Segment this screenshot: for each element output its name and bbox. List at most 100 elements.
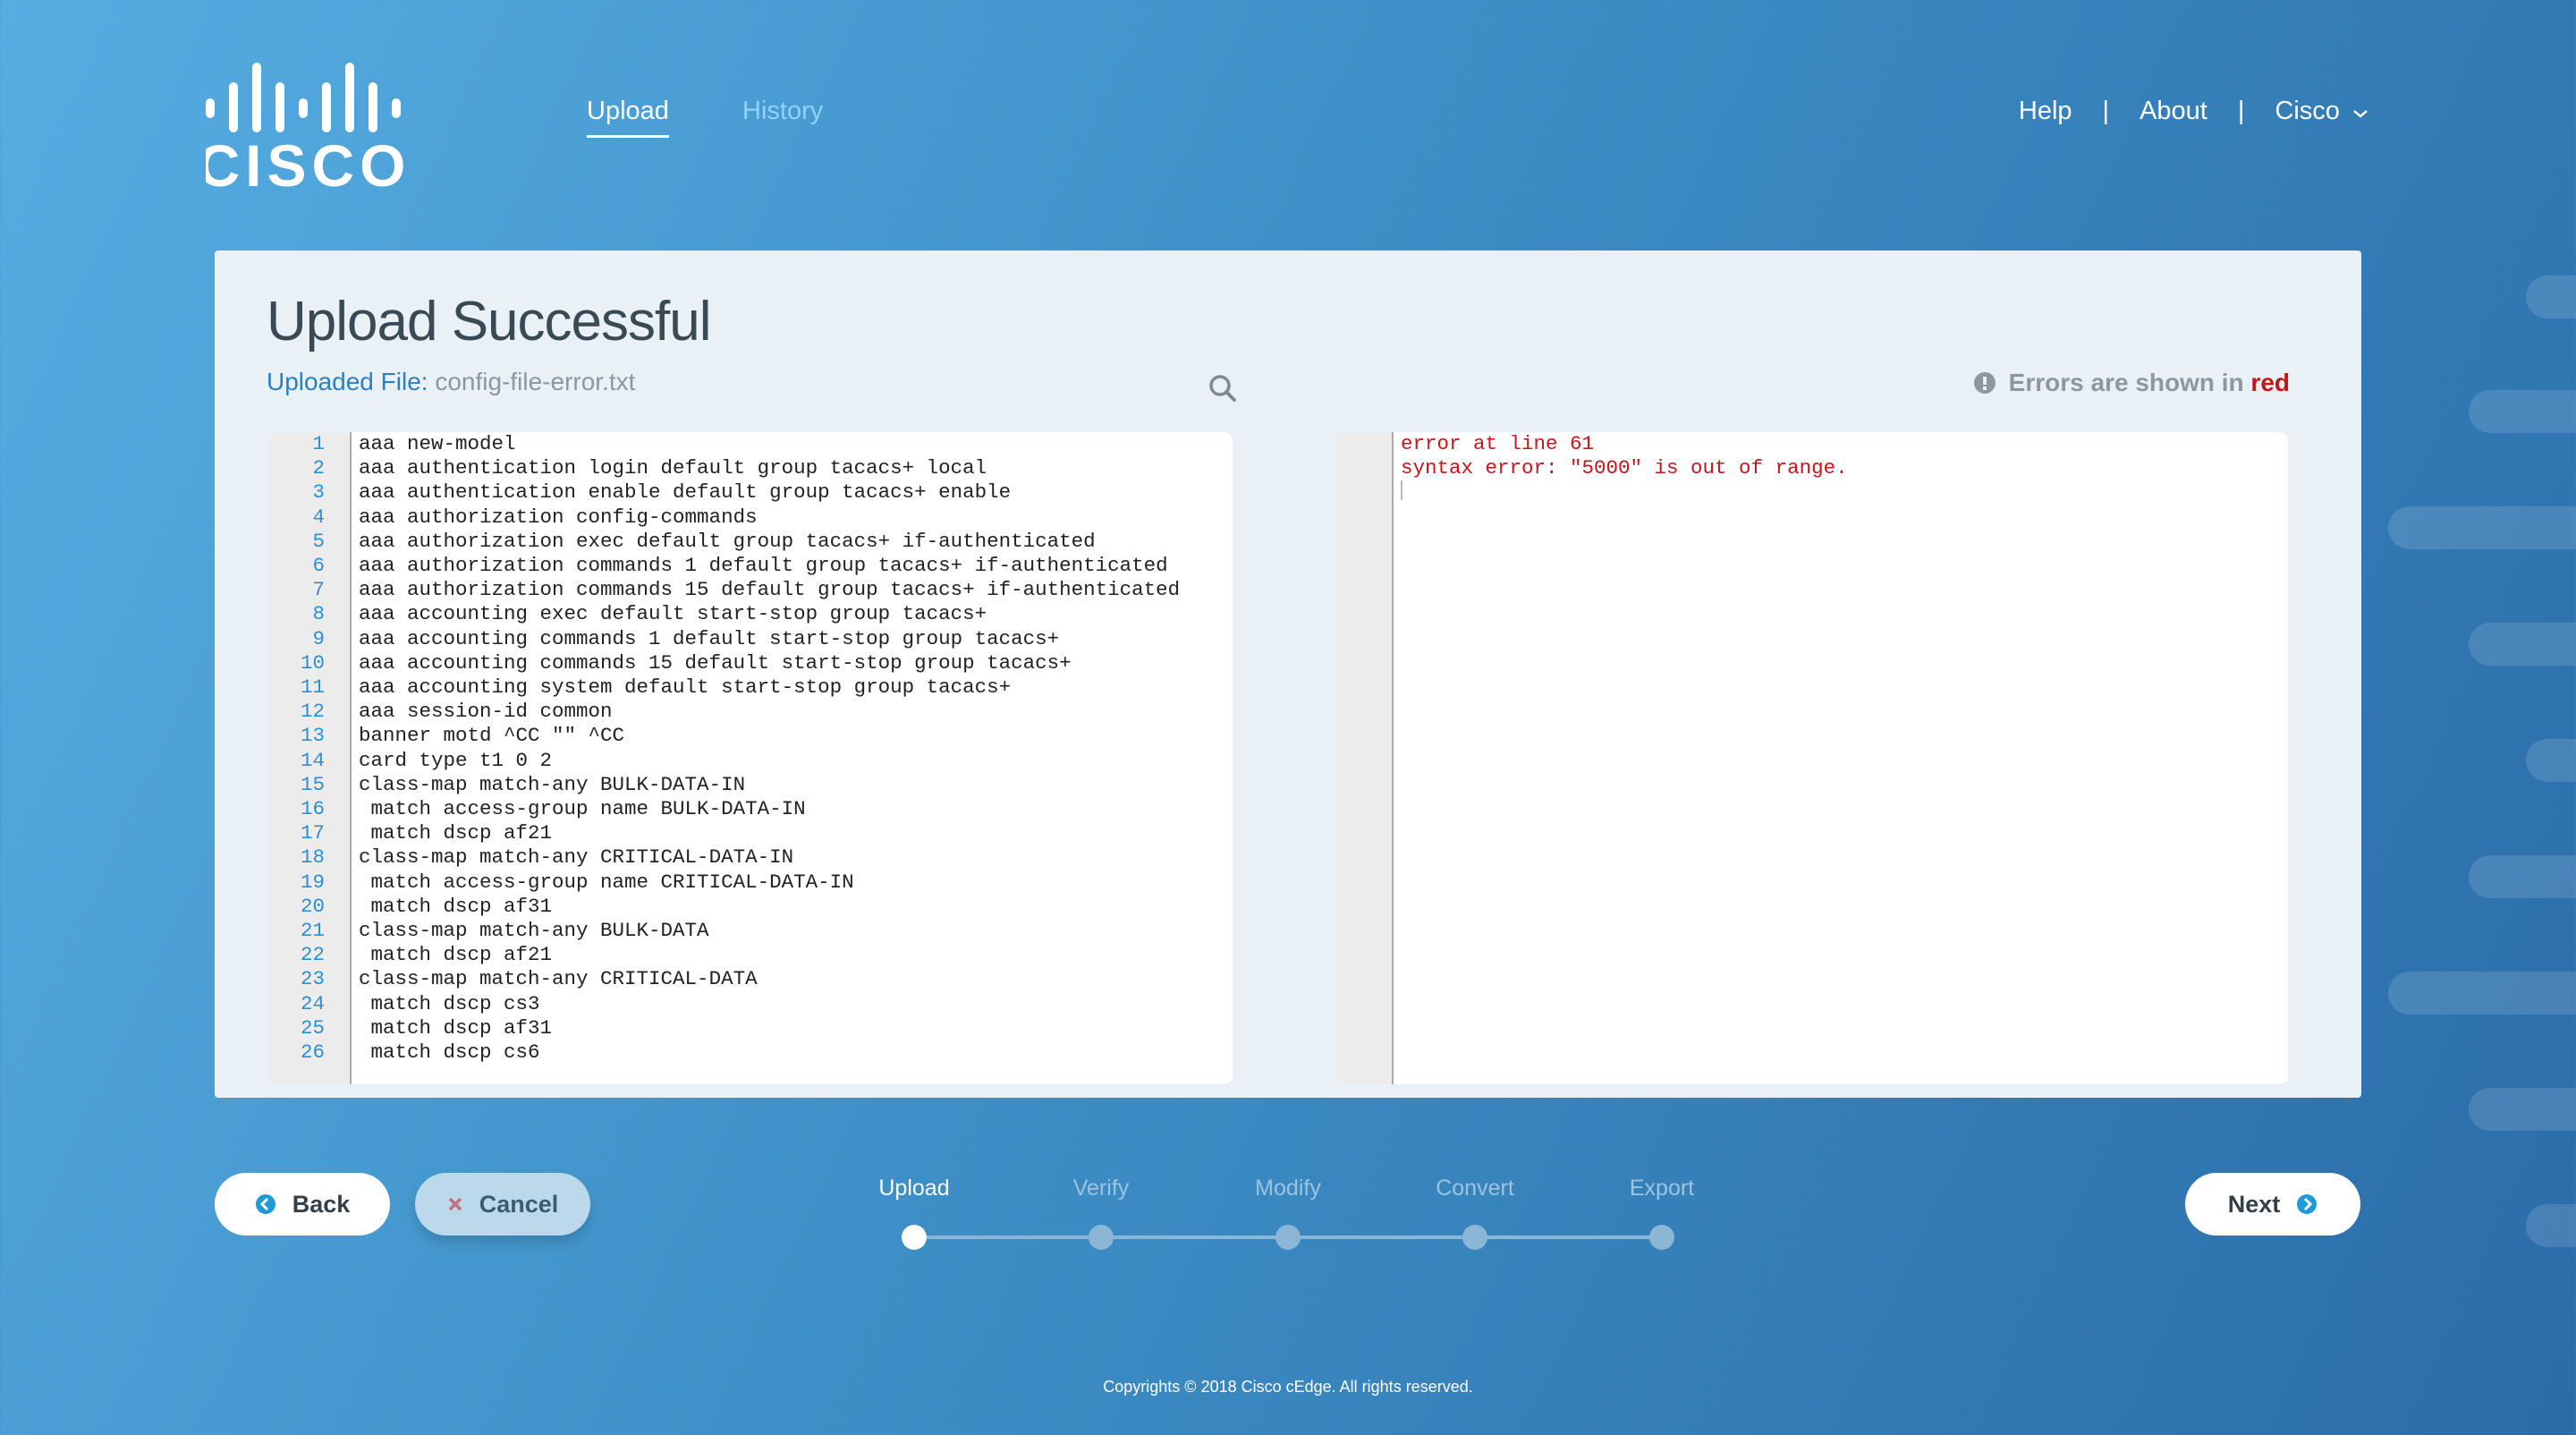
code-line: aaa accounting exec default start-stop g… [359,602,987,626]
step-dot-modify[interactable] [1275,1225,1301,1250]
code-line: match dscp af21 [359,943,553,967]
step-label-export: Export [1629,1176,1695,1201]
line-number: 10 [300,650,325,675]
line-number: 7 [312,578,325,602]
code-line: match dscp cs6 [359,1040,540,1065]
back-button[interactable]: Back [215,1173,390,1235]
line-number: 18 [300,845,325,870]
tab-history[interactable]: History [742,97,823,126]
code-line: aaa authorization commands 1 default gro… [359,554,1168,578]
step-dot-convert[interactable] [1462,1225,1487,1250]
code-line: aaa accounting commands 15 default start… [359,650,1072,675]
step-label-upload: Upload [878,1176,950,1201]
code-line: match access-group name CRITICAL-DATA-IN [359,870,854,894]
line-number: 22 [300,943,325,967]
line-number: 12 [300,700,325,724]
line-number: 2 [312,456,325,480]
close-icon [448,1197,462,1211]
uploaded-file-info: Uploaded File: config-file-error.txt [267,368,635,396]
code-line: match dscp af21 [359,821,553,845]
error-legend-red: red [2250,369,2290,396]
account-menu[interactable]: Cisco [2275,97,2368,126]
line-number: 17 [300,821,325,845]
code-line: aaa accounting system default start-stop… [359,675,1012,700]
upload-result-panel: Upload Successful Uploaded File: config-… [215,250,2361,1098]
line-number: 15 [300,772,325,796]
line-number: 14 [300,748,325,772]
step-dot-verify[interactable] [1089,1225,1114,1250]
line-number: 13 [300,724,325,748]
code-content[interactable]: aaa new-model aaa authentication login de… [352,432,1180,1084]
text-cursor [1401,480,1402,501]
step-label-modify: Modify [1255,1176,1321,1201]
uploaded-file-label: Uploaded File: [267,368,428,395]
next-button[interactable]: Next [2185,1173,2360,1235]
code-line: match dscp af31 [359,894,553,918]
alert-icon [1973,372,1996,394]
cancel-label: Cancel [479,1190,559,1218]
line-number: 24 [300,991,325,1015]
page-title: Upload Successful [267,291,711,352]
error-legend-text: Errors are shown in [2008,369,2244,396]
line-number: 25 [300,1015,325,1040]
code-line: aaa authorization config-commands [359,505,758,529]
account-label: Cisco [2275,97,2340,125]
error-line: syntax error: "5000" is out of range. [1401,456,1848,480]
error-legend: Errors are shown in red [1973,369,2290,397]
code-line: aaa accounting commands 1 default start-… [359,626,1060,650]
chevron-down-icon [2353,110,2368,118]
top-links: Help | About | Cisco [2019,97,2368,126]
step-dot-upload[interactable] [902,1225,927,1250]
line-number: 8 [312,602,325,626]
code-line: aaa authentication enable default group … [359,480,1012,505]
error-line: error at line 61 [1401,432,1595,455]
code-line: match dscp cs3 [359,991,540,1015]
code-line: banner motd ^CC "" ^CC [359,724,625,748]
line-number: 1 [312,432,325,455]
code-line: class-map match-any CRITICAL-DATA [359,967,758,991]
line-number: 3 [312,480,325,505]
line-number: 16 [300,797,325,821]
code-line: card type t1 0 2 [359,748,553,772]
line-number: 5 [312,529,325,553]
code-line: class-map match-any CRITICAL-DATA-IN [359,845,794,870]
line-number: 23 [300,967,325,991]
file-name: config-file-error.txt [435,368,636,395]
error-output[interactable]: error at line 61 syntax error: "5000" is … [1336,432,2288,1084]
code-line: match dscp af31 [359,1015,553,1040]
error-gutter [1336,432,1394,1084]
step-label-verify: Verify [1072,1176,1130,1201]
help-link[interactable]: Help [2019,97,2072,126]
search-icon[interactable] [1208,373,1238,403]
code-line: aaa authentication login default group t… [359,456,987,480]
chevron-left-circle-icon [255,1194,275,1214]
code-line: aaa new-model [359,432,516,455]
code-line: class-map match-any BULK-DATA-IN [359,772,746,796]
code-line: match access-group name BULK-DATA-IN [359,797,806,821]
code-line: class-map match-any BULK-DATA [359,919,709,943]
about-link[interactable]: About [2140,97,2207,126]
code-line: aaa authorization commands 15 default gr… [359,578,1181,602]
line-number: 21 [300,919,325,943]
line-number: 9 [312,626,325,650]
error-content: error at line 61 syntax error: "5000" is … [1394,432,1848,480]
cancel-button[interactable]: Cancel [415,1173,590,1235]
line-number: 6 [312,554,325,578]
config-editor[interactable]: 1 2 3 4 5 6 7 8 9 10 11 12 13 14 15 16 17 18 19 20 21 22 23 24 2… [268,432,1233,1084]
cisco-logo: CISCO [206,63,411,188]
copyright: Copyrights © 2018 Cisco cEdge. All right… [1103,1378,1473,1396]
back-label: Back [292,1190,351,1218]
step-label-convert: Convert [1436,1176,1514,1201]
line-numbers: 1 2 3 4 5 6 7 8 9 10 11 12 13 14 15 16 17 18 19 20 21 22 23 24 2… [268,432,352,1084]
separator: | [2102,97,2110,125]
line-number: 19 [300,870,325,894]
step-dot-export[interactable] [1649,1225,1674,1250]
next-label: Next [2227,1190,2281,1218]
line-number: 11 [300,675,325,700]
separator: | [2237,97,2245,125]
code-line: aaa session-id common [359,700,613,724]
line-number: 26 [300,1040,325,1065]
tab-upload[interactable]: Upload [587,97,669,138]
progress-stepper: Upload Verify Modify Convert Export [878,1172,1699,1261]
svg-text:CISCO: CISCO [206,132,411,188]
